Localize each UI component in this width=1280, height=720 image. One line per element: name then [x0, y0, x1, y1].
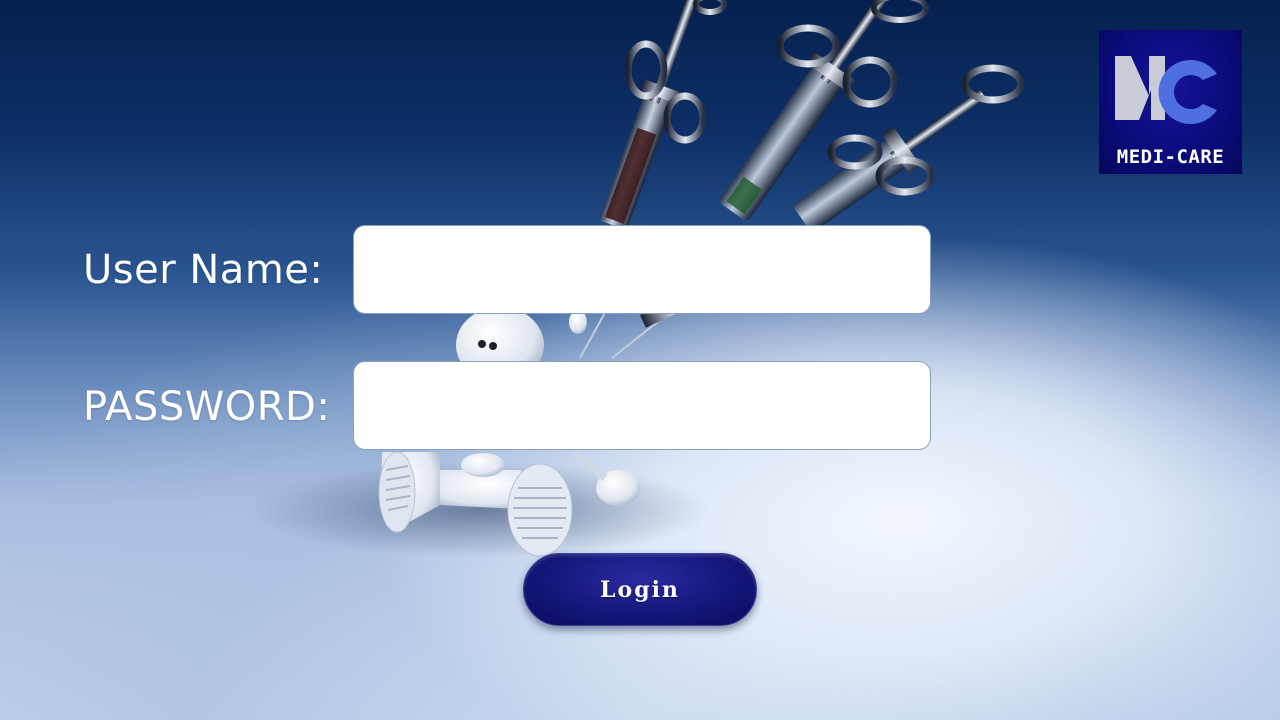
username-input[interactable]	[353, 225, 931, 314]
login-button[interactable]: Login	[523, 553, 757, 626]
mc-logo-mark-icon	[1115, 56, 1217, 124]
logo-text: MEDI-CARE	[1116, 146, 1225, 168]
password-label: PASSWORD:	[83, 384, 331, 430]
username-label: User Name:	[83, 247, 324, 293]
medi-care-logo: MEDI-CARE	[1099, 30, 1242, 174]
password-input[interactable]	[353, 361, 931, 450]
